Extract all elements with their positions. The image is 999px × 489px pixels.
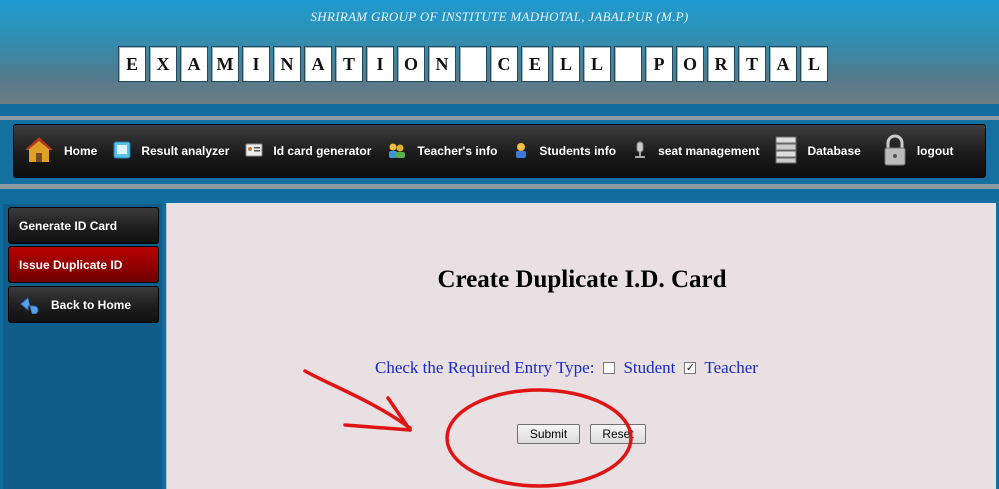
- institute-name: SHRIRAM GROUP OF INSTITUTE MADHOTAL, JAB…: [310, 9, 689, 24]
- microphone-icon: [632, 141, 648, 162]
- title-letter-tile: E: [118, 46, 146, 82]
- nav-label: seat management: [658, 144, 760, 158]
- entry-type-row: Check the Required Entry Type: Student ✓…: [375, 358, 758, 378]
- main-content: Create Duplicate I.D. Card Check the Req…: [166, 203, 996, 489]
- nav-label: Home: [64, 144, 98, 158]
- padlock-icon: [883, 134, 907, 169]
- sidebar-item-generate-id-card[interactable]: Generate ID Card: [8, 207, 159, 244]
- title-letter-tile: [459, 46, 487, 82]
- title-letter-tile: O: [676, 46, 704, 82]
- portal-title-tiles: EXAMINATION CELL PORTAL: [118, 46, 831, 82]
- title-letter-tile: L: [552, 46, 580, 82]
- back-arrow-icon: [19, 296, 41, 314]
- id-card-icon: [245, 143, 263, 160]
- title-letter-tile: M: [211, 46, 239, 82]
- student-icon: [513, 141, 529, 162]
- sidebar: Generate ID Card Issue Duplicate ID Back…: [0, 201, 164, 489]
- page-title: Create Duplicate I.D. Card: [437, 266, 727, 293]
- teacher-option-label: Teacher: [704, 358, 758, 377]
- nav-label: Teacher's info: [417, 144, 498, 158]
- sidebar-item-label: Issue Duplicate ID: [19, 257, 123, 272]
- title-letter-tile: A: [304, 46, 332, 82]
- sidebar-item-back-to-home[interactable]: Back to Home: [8, 286, 159, 323]
- title-letter-tile: C: [490, 46, 518, 82]
- student-checkbox[interactable]: [603, 362, 616, 374]
- title-letter-tile: A: [769, 46, 797, 82]
- title-letter-tile: N: [273, 46, 301, 82]
- title-letter-tile: I: [366, 46, 394, 82]
- reset-button[interactable]: Reset: [590, 424, 646, 444]
- nav-item-seat-management[interactable]: seat management: [624, 125, 767, 177]
- nav-item-teachers-info[interactable]: Teacher's info: [379, 125, 505, 177]
- nav-item-logout[interactable]: logout: [869, 125, 962, 177]
- nav-label: Result analyzer: [141, 144, 230, 158]
- nav-label: logout: [916, 144, 954, 158]
- teacher-group-icon: [387, 141, 407, 162]
- header-divider-band: [0, 104, 999, 116]
- nav-item-database[interactable]: Database: [767, 125, 868, 177]
- title-letter-tile: L: [800, 46, 828, 82]
- sidebar-panel: Generate ID Card Issue Duplicate ID Back…: [3, 204, 162, 489]
- title-letter-tile: [614, 46, 642, 82]
- title-letter-tile: X: [149, 46, 177, 82]
- nav-item-id-card-generator[interactable]: Id card generator: [237, 125, 379, 177]
- nav-divider-band: [0, 189, 999, 201]
- nav-item-result-analyzer[interactable]: Result analyzer: [105, 125, 237, 177]
- title-letter-tile: O: [397, 46, 425, 82]
- house-icon: [24, 135, 54, 168]
- title-letter-tile: E: [521, 46, 549, 82]
- nav-item-students-info[interactable]: Students info: [505, 125, 624, 177]
- title-letter-tile: A: [180, 46, 208, 82]
- main-nav-bar: Home Result analyzer Id card generator T…: [13, 124, 986, 178]
- database-icon: [775, 136, 797, 167]
- title-letter-tile: N: [428, 46, 456, 82]
- nav-item-home[interactable]: Home: [14, 125, 105, 177]
- title-letter-tile: T: [335, 46, 363, 82]
- title-letter-tile: T: [738, 46, 766, 82]
- title-letter-tile: R: [707, 46, 735, 82]
- teacher-checkbox[interactable]: ✓: [684, 362, 697, 374]
- student-option-label: Student: [623, 358, 676, 377]
- calculator-icon: [113, 141, 131, 162]
- sidebar-item-label: Generate ID Card: [19, 218, 118, 233]
- nav-label: Students info: [539, 144, 617, 158]
- nav-label: Id card generator: [273, 144, 372, 158]
- title-letter-tile: I: [242, 46, 270, 82]
- nav-label: Database: [807, 144, 861, 158]
- title-letter-tile: L: [583, 46, 611, 82]
- header-banner: SHRIRAM GROUP OF INSTITUTE MADHOTAL, JAB…: [0, 0, 999, 104]
- entry-type-prompt: Check the Required Entry Type:: [375, 358, 595, 377]
- sidebar-item-label: Back to Home: [51, 297, 132, 312]
- sidebar-item-issue-duplicate-id[interactable]: Issue Duplicate ID: [8, 246, 159, 283]
- submit-button[interactable]: Submit: [517, 424, 580, 444]
- title-letter-tile: P: [645, 46, 673, 82]
